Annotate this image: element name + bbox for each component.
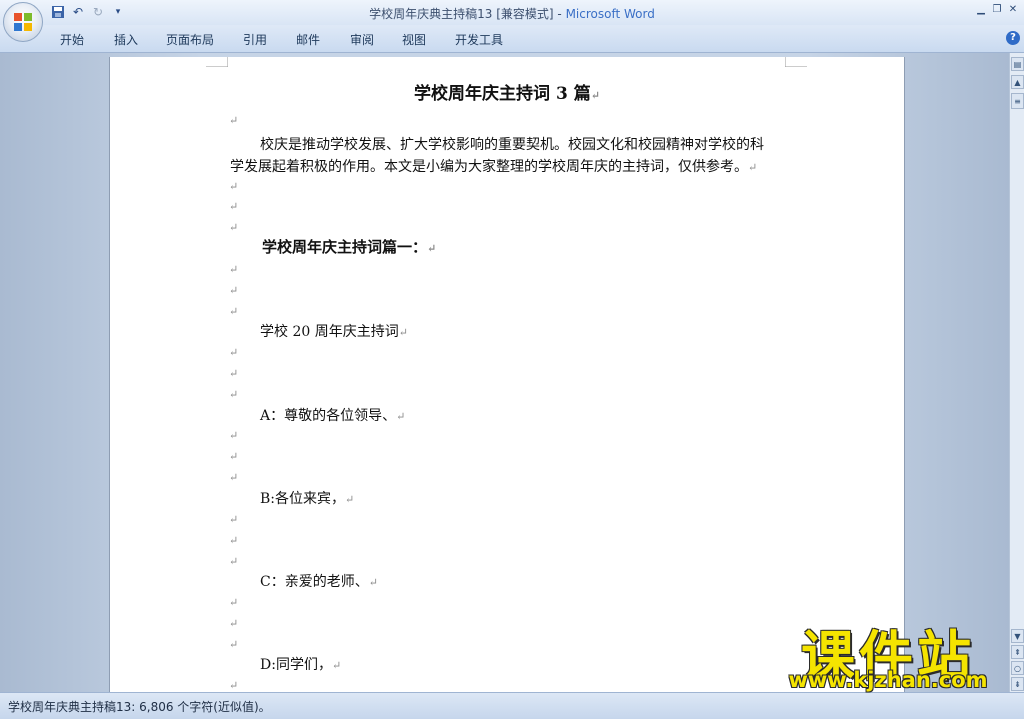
paragraph-mark: ↵ (229, 305, 239, 318)
crop-mark-left (206, 57, 228, 67)
tab-view[interactable]: 视图 (402, 31, 426, 48)
document-page[interactable]: 学校周年庆主持词 3 篇↵ ↵ 校庆是推动学校发展、扩大学校影响的重要契机。校园… (109, 57, 905, 692)
previous-page-icon[interactable]: ⇞ (1011, 645, 1024, 659)
paragraph-mark: ↵ (229, 200, 239, 213)
paragraph-mark: ↵ (229, 555, 239, 568)
word-count-status[interactable]: 学校周年庆典主持稿13: 6,806 个字符(近似值)。 (8, 698, 271, 715)
paragraph-mark: ↵ (229, 284, 239, 297)
select-browse-object-icon[interactable]: ○ (1011, 661, 1024, 675)
watermark-url: www.kjzhan.com (788, 668, 988, 692)
intro-paragraph-line-1: 校庆是推动学校发展、扩大学校影响的重要契机。校园文化和校园精神对学校的科 (260, 137, 764, 153)
tab-developer[interactable]: 开发工具 (455, 31, 503, 48)
view-ruler-icon[interactable]: ▤ (1011, 57, 1024, 71)
section-heading: 学校周年庆主持词篇一：↵ (262, 238, 437, 256)
line-c: C：亲爱的老师、↵ (260, 574, 378, 590)
window-title: 学校周年庆典主持稿13 [兼容模式] - Microsoft Word (369, 7, 655, 21)
status-bar: 学校周年庆典主持稿13: 6,806 个字符(近似值)。 (0, 692, 1024, 719)
maximize-icon[interactable]: ❐ (990, 2, 1004, 16)
scroll-up-icon[interactable]: ▲ (1011, 75, 1024, 89)
line-b: B:各位来宾，↵ (260, 491, 355, 507)
tab-review[interactable]: 审阅 (350, 31, 374, 48)
paragraph-mark: ↵ (229, 346, 239, 359)
paragraph-mark: ↵ (229, 450, 239, 463)
speech-title: 学校 20 周年庆主持词↵ (260, 324, 408, 340)
paragraph-mark: ↵ (229, 513, 239, 526)
help-icon[interactable]: ? (1006, 31, 1020, 45)
paragraph-mark: ↵ (229, 221, 239, 234)
paragraph-mark: ↵ (229, 429, 239, 442)
paragraph-mark: ↵ (229, 180, 239, 193)
scroll-down-icon[interactable]: ▼ (1011, 629, 1024, 643)
tab-mailings[interactable]: 邮件 (296, 31, 320, 48)
paragraph-mark: ↵ (229, 367, 239, 380)
close-icon[interactable]: ✕ (1006, 2, 1020, 16)
window-controls: ▁ ❐ ✕ (974, 2, 1020, 16)
paragraph-mark: ↵ (229, 596, 239, 609)
office-button[interactable] (3, 2, 43, 42)
paragraph-mark: ↵ (229, 534, 239, 547)
tab-home[interactable]: 开始 (60, 31, 84, 48)
title-bar: ↶ ↻ ▾ 学校周年庆典主持稿13 [兼容模式] - Microsoft Wor… (0, 0, 1024, 25)
watermark: 课件站 www.kjzhan.com (770, 618, 1006, 694)
line-a: A：尊敬的各位领导、↵ (260, 408, 406, 424)
next-page-icon[interactable]: ⇟ (1011, 677, 1024, 691)
tab-insert[interactable]: 插入 (114, 31, 138, 48)
paragraph-mark: ↵ (229, 471, 239, 484)
tab-references[interactable]: 引用 (243, 31, 267, 48)
office-logo-icon (14, 13, 32, 31)
document-workspace: 学校周年庆主持词 3 篇↵ ↵ 校庆是推动学校发展、扩大学校影响的重要契机。校园… (0, 53, 1009, 692)
vertical-scrollbar[interactable]: ▤ ▲ ≡ ▼ ⇞ ○ ⇟ (1009, 53, 1024, 692)
document-title: 学校周年庆主持词 3 篇↵ (414, 84, 600, 104)
paragraph-mark: ↵ (229, 263, 239, 276)
scroll-thumb[interactable]: ≡ (1011, 93, 1024, 109)
tab-page-layout[interactable]: 页面布局 (166, 31, 214, 48)
paragraph-mark: ↵ (229, 388, 239, 401)
minimize-icon[interactable]: ▁ (974, 2, 988, 16)
ribbon-tab-bar: 开始 插入 页面布局 引用 邮件 审阅 视图 开发工具 ? (0, 25, 1024, 53)
crop-mark-right (785, 57, 807, 67)
intro-paragraph-line-2: 学发展起着积极的作用。本文是小编为大家整理的学校周年庆的主持词，仅供参考。↵ (230, 159, 758, 175)
paragraph-mark: ↵ (229, 114, 239, 127)
